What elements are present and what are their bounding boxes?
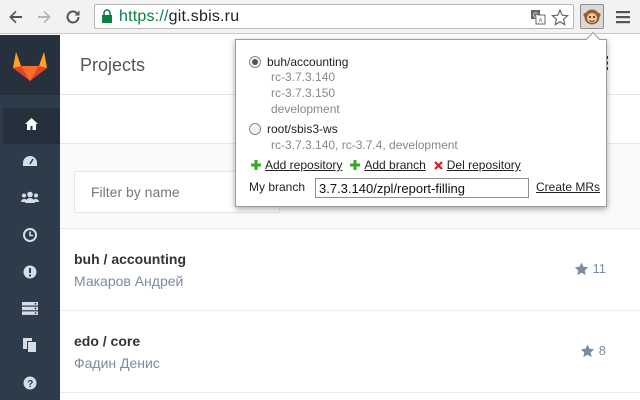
sidebar-item-activity[interactable] (0, 219, 60, 255)
repo-option[interactable]: root/sbis3-ws (249, 122, 338, 136)
sidebar: ? (0, 35, 60, 400)
project-owner: Макаров Андрей (74, 273, 184, 289)
groups-icon (21, 191, 39, 209)
add-repository-link[interactable]: Add repository (265, 158, 342, 172)
reload-icon[interactable] (61, 5, 85, 29)
sidebar-item-dashboard[interactable] (0, 145, 60, 181)
branch-item: development (271, 102, 340, 116)
clock-icon (23, 227, 37, 247)
sidebar-item-snippets[interactable] (0, 330, 60, 366)
forward-arrow-icon[interactable] (32, 5, 56, 29)
radio-selected[interactable] (249, 56, 261, 68)
extension-popup: buh/accounting rc-3.7.3.140 rc-3.7.3.150… (235, 31, 607, 207)
home-icon (24, 117, 39, 136)
sidebar-item-issues[interactable] (0, 256, 60, 292)
create-mrs-link[interactable]: Create MRs (536, 180, 600, 194)
repo-name: root/sbis3-ws (267, 122, 338, 136)
translate-icon[interactable]: GA (529, 9, 547, 25)
my-branch-label: My branch (249, 180, 306, 194)
url-text: https://git.sbis.ru (119, 8, 239, 26)
repo-name: buh/accounting (267, 55, 349, 69)
add-branch-link[interactable]: Add branch (364, 158, 425, 172)
project-owner: Фадин Денис (74, 355, 160, 371)
star-count-value: 11 (592, 261, 607, 276)
popup-actions: Add repository Add branch Del repository (251, 158, 529, 172)
branch-item: rc-3.7.3.140, rc-3.7.4, development (271, 138, 458, 152)
help-icon: ? (23, 376, 37, 395)
issues-icon (23, 265, 37, 284)
repo-option[interactable]: buh/accounting (249, 55, 348, 69)
radio-unselected[interactable] (249, 123, 261, 135)
star-icon (574, 262, 588, 275)
my-branch-input[interactable] (315, 178, 529, 198)
page-title: Projects (80, 55, 146, 75)
server-icon (22, 302, 38, 320)
sidebar-item-groups[interactable] (0, 182, 60, 218)
address-bar[interactable]: https://git.sbis.ru GA (94, 4, 574, 29)
extension-icon[interactable] (580, 4, 604, 29)
sidebar-item-home[interactable] (0, 108, 60, 144)
svg-text:A: A (539, 19, 543, 25)
url-host: git.sbis.ru (168, 8, 240, 25)
copy-icon (23, 338, 37, 358)
add-branch-action[interactable]: Add branch (350, 158, 426, 172)
plus-icon (251, 160, 261, 170)
sidebar-item-server[interactable] (0, 293, 60, 329)
back-arrow-icon[interactable] (4, 5, 28, 29)
lock-icon (101, 9, 113, 29)
sidebar-item-help[interactable]: ? (0, 367, 60, 400)
branch-item: rc-3.7.3.140 (271, 70, 336, 84)
url-scheme: https:// (119, 8, 169, 25)
gitlab-logo[interactable] (0, 35, 60, 95)
menu-icon[interactable] (612, 6, 634, 28)
star-count: 11 (574, 261, 607, 276)
browser-toolbar: https://git.sbis.ru GA (0, 0, 640, 34)
star-count: 8 (580, 343, 606, 358)
star-icon[interactable] (551, 8, 569, 26)
plus-icon (350, 160, 361, 170)
dashboard-icon (22, 154, 38, 172)
project-row[interactable]: buh / accounting Макаров Андрей 11 (60, 229, 640, 311)
branch-item: rc-3.7.3.150 (271, 86, 336, 100)
add-repository-action[interactable]: Add repository (251, 158, 342, 172)
project-name[interactable]: buh / accounting (74, 251, 186, 267)
svg-text:?: ? (27, 379, 33, 390)
del-repository-link[interactable]: Del repository (447, 158, 521, 172)
star-count-value: 8 (598, 343, 606, 358)
delete-x-icon (433, 160, 443, 170)
project-row[interactable]: edo / core Фадин Денис 8 (60, 311, 640, 393)
del-repository-action[interactable]: Del repository (433, 158, 521, 172)
star-icon (580, 344, 594, 357)
project-name[interactable]: edo / core (74, 333, 140, 349)
